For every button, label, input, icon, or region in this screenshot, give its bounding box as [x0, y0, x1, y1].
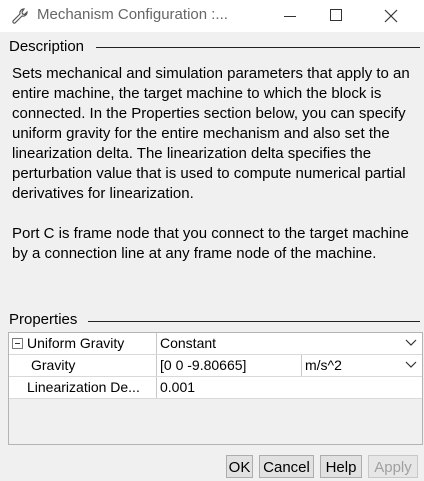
linearization-delta-input[interactable]: 0.001 — [157, 377, 422, 398]
property-name-cell: Gravity — [9, 355, 157, 376]
chevron-down-icon — [405, 339, 417, 346]
property-row-linearization-delta: Linearization De... 0.001 — [9, 377, 422, 399]
property-name-uniform-gravity: Uniform Gravity — [27, 335, 125, 351]
maximize-icon[interactable] — [316, 0, 356, 32]
wrench-icon — [10, 7, 30, 25]
properties-divider — [88, 321, 420, 322]
ok-button[interactable]: OK — [226, 455, 253, 478]
collapse-icon[interactable] — [12, 338, 23, 349]
apply-button[interactable]: Apply — [368, 455, 418, 478]
window-title: Mechanism Configuration :... — [37, 6, 228, 23]
gravity-input[interactable]: [0 0 -9.80665] — [157, 355, 302, 376]
linearization-delta-value: 0.001 — [160, 379, 196, 395]
property-name-gravity: Gravity — [31, 357, 76, 373]
uniform-gravity-value: Constant — [160, 335, 217, 351]
description-divider — [96, 47, 420, 48]
minimize-icon[interactable] — [271, 0, 311, 32]
property-row-gravity: Gravity [0 0 -9.80665] m/s^2 — [9, 355, 422, 377]
title-bar: Mechanism Configuration :... — [0, 0, 424, 32]
help-button[interactable]: Help — [320, 455, 362, 478]
chevron-down-icon — [405, 361, 417, 368]
property-row-uniform-gravity: Uniform Gravity Constant — [9, 333, 422, 355]
description-text: Sets mechanical and simulation parameter… — [12, 65, 410, 262]
property-name-cell: Uniform Gravity — [9, 333, 157, 354]
properties-heading: Properties — [9, 311, 81, 328]
gravity-value: [0 0 -9.80665] — [160, 357, 247, 373]
close-icon[interactable] — [371, 0, 411, 32]
uniform-gravity-select[interactable]: Constant — [157, 333, 422, 354]
cancel-button[interactable]: Cancel — [259, 455, 314, 478]
window-edge — [0, 32, 8, 481]
property-name-linearization-delta: Linearization De... — [27, 379, 140, 395]
properties-panel: Uniform Gravity Constant Gravity [0 0 -9… — [8, 332, 423, 445]
description-heading: Description — [9, 38, 88, 55]
gravity-unit-select[interactable]: m/s^2 — [302, 355, 422, 376]
property-name-cell: Linearization De... — [9, 377, 157, 398]
gravity-unit: m/s^2 — [305, 357, 342, 373]
